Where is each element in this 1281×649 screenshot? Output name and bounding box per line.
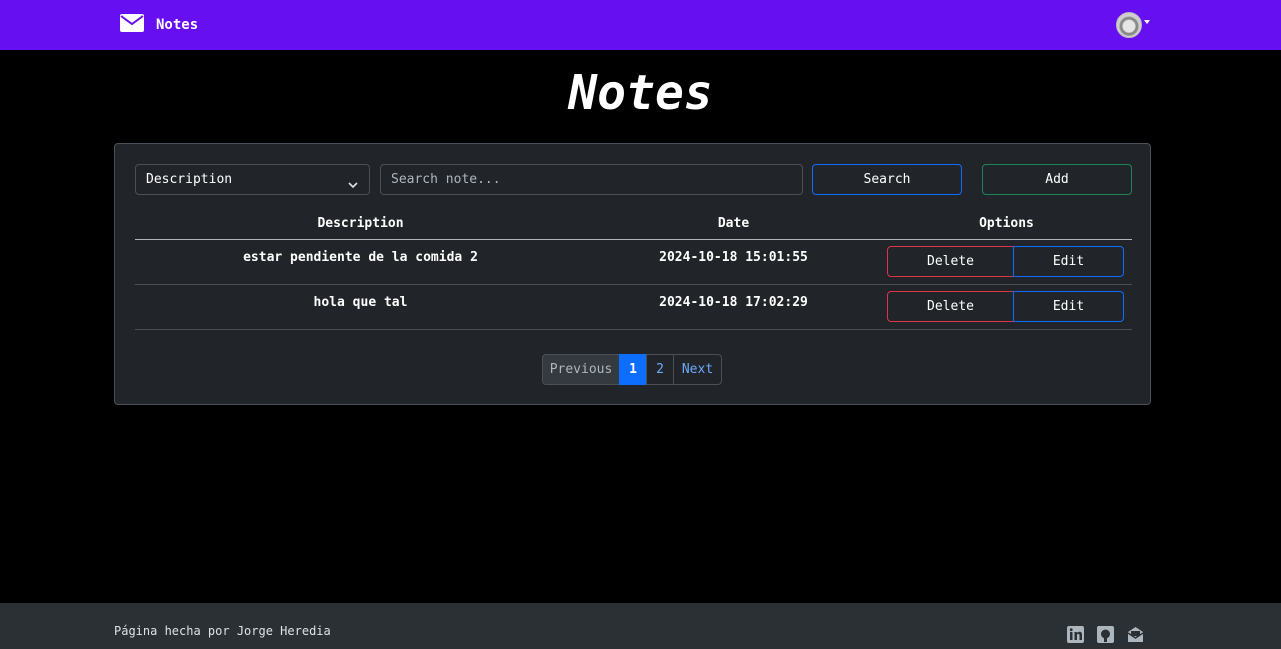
page-title: Notes (568, 65, 713, 121)
delete-button[interactable]: Delete (887, 246, 1014, 277)
note-date: 2024-10-18 17:02:29 (659, 295, 808, 310)
filter-select[interactable]: Description (135, 164, 370, 195)
social-links (1066, 625, 1145, 644)
envelope-icon (120, 14, 144, 36)
mail-icon[interactable] (1126, 625, 1145, 644)
pagination: Previous 1 2 Next (542, 354, 722, 385)
footer: Página hecha por Jorge Heredia (0, 603, 1281, 649)
pagination-page-2[interactable]: 2 (646, 354, 674, 385)
linkedin-icon[interactable] (1066, 625, 1085, 644)
header-options: Options (979, 215, 1034, 231)
brand-label: Notes (156, 17, 199, 33)
note-description: hola que tal (313, 295, 408, 310)
row-actions: Delete Edit (887, 291, 1124, 322)
note-description: estar pendiente de la comida 2 (243, 250, 478, 265)
pagination-next[interactable]: Next (673, 354, 722, 385)
header-description: Description (317, 215, 404, 231)
github-icon[interactable] (1096, 625, 1115, 644)
pagination-page-1[interactable]: 1 (619, 354, 647, 385)
notes-card: Description Search Add Description Date … (114, 143, 1151, 405)
navbar: Notes (0, 0, 1281, 50)
note-date: 2024-10-18 15:01:55 (659, 250, 808, 265)
caret-down-icon (1144, 20, 1150, 24)
notes-table: Description Date Options estar pendiente… (135, 207, 1132, 330)
footer-credit: Página hecha por Jorge Heredia (114, 624, 331, 638)
table-header: Description Date Options (135, 207, 1132, 240)
filter-select-value: Description (146, 172, 233, 187)
brand-link[interactable]: Notes (120, 13, 198, 37)
chevron-down-icon (347, 173, 359, 189)
search-input[interactable] (380, 164, 803, 195)
table-row: hola que tal 2024-10-18 17:02:29 Delete … (135, 285, 1132, 330)
edit-button[interactable]: Edit (1013, 246, 1124, 277)
pagination-previous[interactable]: Previous (542, 354, 620, 385)
table-row: estar pendiente de la comida 2 2024-10-1… (135, 240, 1132, 285)
search-button[interactable]: Search (812, 164, 962, 195)
avatar (1116, 12, 1142, 38)
edit-button[interactable]: Edit (1013, 291, 1124, 322)
add-button[interactable]: Add (982, 164, 1132, 195)
header-date: Date (717, 215, 750, 231)
user-menu-toggle[interactable] (1116, 12, 1150, 38)
row-actions: Delete Edit (887, 246, 1124, 277)
delete-button[interactable]: Delete (887, 291, 1014, 322)
